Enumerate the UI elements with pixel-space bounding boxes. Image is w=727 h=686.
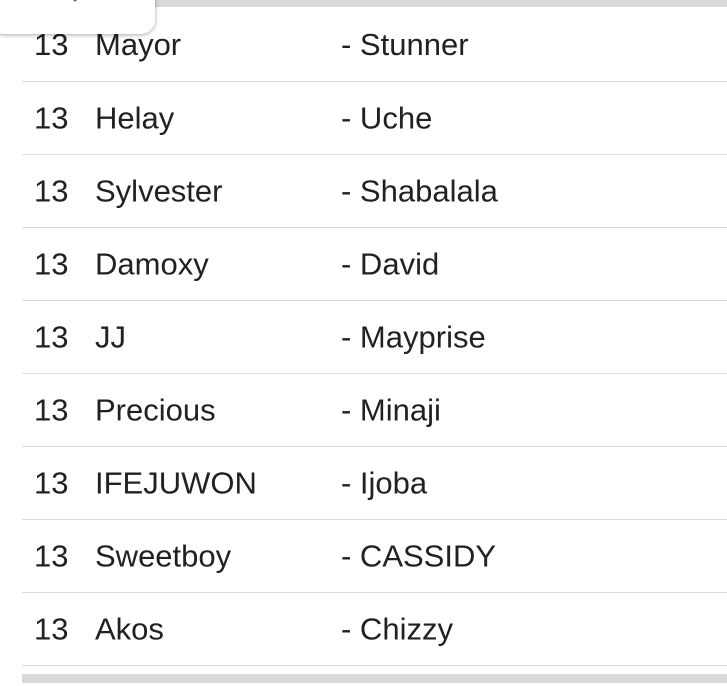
list-item: 13 Akos - Chizzy bbox=[22, 593, 727, 666]
second-name: - Mayprise bbox=[341, 319, 486, 355]
first-name: Helay bbox=[95, 100, 175, 136]
first-name: IFEJUWON bbox=[95, 465, 257, 501]
second-name: - Minaji bbox=[341, 392, 441, 428]
second-name: - Uche bbox=[341, 100, 433, 136]
list-item: 13 JJ - Mayprise bbox=[22, 301, 727, 374]
second-name: - Chizzy bbox=[341, 611, 453, 647]
first-name: Precious bbox=[95, 392, 216, 428]
row-number: 13 bbox=[34, 538, 69, 574]
list-item: 13 Damoxy - David bbox=[22, 228, 727, 301]
second-name: - Stunner bbox=[341, 27, 469, 62]
row-number: 13 bbox=[34, 100, 69, 136]
list-item: 13 IFEJUWON - Ijoba bbox=[22, 447, 727, 520]
list-item: 13 Sweetboy - CASSIDY bbox=[22, 520, 727, 593]
row-number: 13 bbox=[34, 611, 69, 647]
second-name: - Ijoba bbox=[341, 465, 428, 501]
row-number: 13 bbox=[34, 319, 69, 355]
list-item: 13 Sylvester - Shabalala bbox=[22, 155, 727, 228]
row-number: 13 bbox=[34, 392, 69, 428]
list-item: 13 Helay - Uche bbox=[22, 82, 727, 155]
first-name: Akos bbox=[95, 611, 164, 647]
second-name: - David bbox=[341, 246, 440, 282]
first-name: Sweetboy bbox=[95, 538, 232, 574]
first-name: Damoxy bbox=[95, 246, 209, 282]
chevron-down-icon bbox=[66, 0, 84, 2]
bottom-divider bbox=[22, 674, 727, 683]
list-item: 13 Precious - Minaji bbox=[22, 374, 727, 447]
row-number: 13 bbox=[34, 246, 69, 282]
row-number: 13 bbox=[34, 465, 69, 501]
row-number: 13 bbox=[34, 173, 69, 209]
dropdown-toggle[interactable] bbox=[0, 0, 155, 34]
first-name: JJ bbox=[95, 319, 126, 355]
second-name: - Shabalala bbox=[341, 173, 498, 209]
second-name: - CASSIDY bbox=[341, 538, 497, 574]
first-name: Sylvester bbox=[95, 173, 223, 209]
pairing-list: 13 Mayor - Stunner 13 Helay - Uche 13 Sy… bbox=[22, 7, 727, 666]
